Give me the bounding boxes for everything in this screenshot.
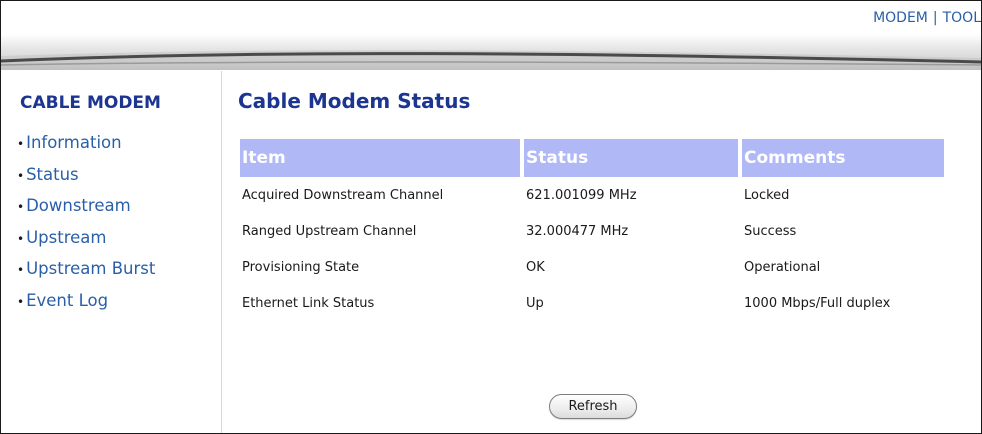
sidebar-item-upstream-burst[interactable]: • Upstream Burst bbox=[17, 259, 155, 291]
sidebar-item-label[interactable]: Upstream Burst bbox=[26, 259, 155, 278]
modem-link[interactable]: MODEM bbox=[873, 10, 928, 26]
row-comment: Success bbox=[744, 223, 797, 239]
sidebar-item-information[interactable]: • Information bbox=[17, 133, 155, 165]
sidebar-item-label[interactable]: Upstream bbox=[26, 228, 106, 247]
table-row: Provisioning State OK Operational bbox=[240, 249, 944, 285]
row-status: 621.001099 MHz bbox=[526, 187, 637, 203]
sidebar-title: CABLE MODEM bbox=[20, 93, 161, 113]
tools-link[interactable]: TOOL bbox=[943, 10, 981, 26]
column-header-comments: Comments bbox=[742, 139, 944, 177]
row-item: Ranged Upstream Channel bbox=[242, 223, 417, 239]
row-comment: Locked bbox=[744, 187, 790, 203]
router-admin-page: MODEM | TOOL CABLE MODEM • Information • Sta… bbox=[0, 0, 982, 434]
bullet-icon: • bbox=[17, 137, 25, 151]
row-item: Ethernet Link Status bbox=[242, 295, 375, 311]
row-status: Up bbox=[526, 295, 544, 311]
top-nav-links: MODEM | TOOL bbox=[873, 10, 981, 26]
top-nav: MODEM | TOOL bbox=[1, 1, 981, 33]
bullet-icon: • bbox=[17, 294, 25, 309]
sidebar-item-upstream[interactable]: • Upstream bbox=[17, 228, 155, 260]
row-item: Provisioning State bbox=[242, 259, 360, 275]
sidebar: CABLE MODEM • Information • Status • Downst… bbox=[1, 71, 222, 433]
sidebar-item-event-log[interactable]: • Event Log bbox=[17, 291, 155, 323]
table-row: Ranged Upstream Channel 32.000477 MHz Su… bbox=[240, 213, 944, 249]
bullet-icon: • bbox=[17, 200, 25, 214]
status-table: Item Status Comments Acquired Downstream… bbox=[240, 139, 944, 321]
row-status: OK bbox=[526, 259, 545, 275]
row-comment: Operational bbox=[744, 259, 821, 275]
column-header-status: Status bbox=[524, 139, 738, 177]
refresh-button[interactable]: Refresh bbox=[549, 394, 637, 419]
row-item: Acquired Downstream Channel bbox=[242, 187, 444, 203]
row-comment: 1000 Mbps/Full duplex bbox=[744, 295, 891, 311]
table-row: Acquired Downstream Channel 621.001099 M… bbox=[240, 177, 944, 213]
sidebar-item-label[interactable]: Event Log bbox=[26, 291, 108, 310]
page-title: Cable Modem Status bbox=[238, 89, 471, 113]
sidebar-nav: • Information • Status • Downstream • Upstre… bbox=[17, 133, 155, 322]
table-header-row: Item Status Comments bbox=[240, 139, 944, 177]
nav-separator: | bbox=[932, 10, 938, 26]
sidebar-item-label[interactable]: Status bbox=[26, 165, 79, 184]
column-header-item: Item bbox=[240, 139, 520, 177]
row-status: 32.000477 MHz bbox=[526, 223, 629, 239]
bullet-icon: • bbox=[17, 168, 25, 183]
main-content: Cable Modem Status Item Status Comments bbox=[223, 71, 981, 433]
bullet-icon: • bbox=[17, 231, 25, 246]
sidebar-item-label[interactable]: Information bbox=[26, 133, 122, 152]
sidebar-item-label[interactable]: Downstream bbox=[26, 196, 131, 215]
banner-swoosh bbox=[1, 50, 981, 70]
bullet-icon: • bbox=[17, 263, 25, 277]
sidebar-item-status[interactable]: • Status bbox=[17, 165, 155, 197]
header-banner bbox=[1, 34, 981, 70]
table-row: Ethernet Link Status Up 1000 Mbps/Full d… bbox=[240, 285, 944, 321]
sidebar-item-downstream[interactable]: • Downstream bbox=[17, 196, 155, 228]
